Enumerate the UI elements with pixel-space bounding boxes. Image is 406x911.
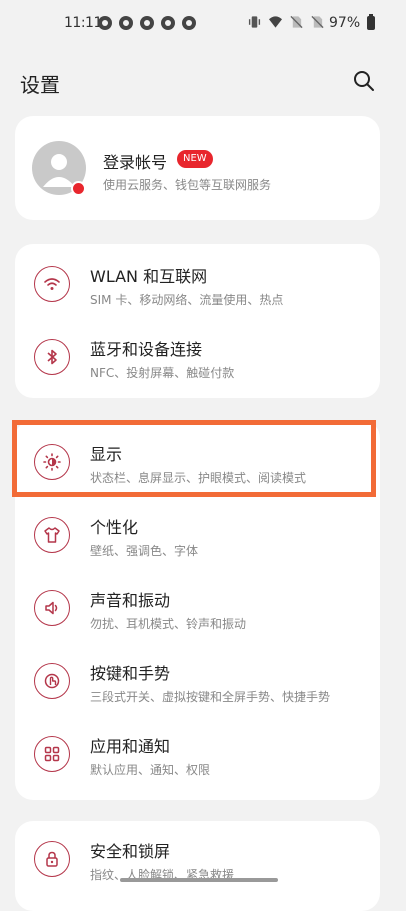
settings-item-bluetooth[interactable]: 蓝牙和设备连接 NFC、投射屏幕、触碰付款 [15,321,380,393]
no-sim-icon [311,15,324,29]
settings-item-personalization[interactable]: 个性化 壁纸、强调色、字体 [15,499,380,571]
item-subtitle: 壁纸、强调色、字体 [90,544,199,558]
settings-group-security: 安全和锁屏 指纹、人脸解锁、紧急救援 [15,821,380,911]
system-icons [248,15,324,29]
bluetooth-icon [34,339,70,375]
battery-level: 97% [329,15,361,31]
new-badge: NEW [177,150,213,168]
item-title: WLAN 和互联网 [90,267,208,286]
chat-icon [182,16,196,30]
item-subtitle: 勿扰、耳机模式、铃声和振动 [90,617,247,631]
speaker-icon [34,590,70,626]
account-subtitle: 使用云服务、钱包等互联网服务 [103,178,272,192]
weather-icon [119,16,133,30]
lock-icon [34,841,70,877]
vibrate-icon [248,16,261,28]
account-card[interactable]: 登录帐号 NEW 使用云服务、钱包等互联网服务 [15,116,380,220]
item-subtitle: 三段式开关、虚拟按键和全屏手势、快捷手势 [90,690,331,704]
settings-item-sound[interactable]: 声音和振动 勿扰、耳机模式、铃声和振动 [15,572,380,644]
notification-dot [71,181,86,196]
item-title: 安全和锁屏 [90,842,171,861]
status-time: 11:11 [64,15,102,31]
item-subtitle: SIM 卡、移动网络、流量使用、热点 [90,293,284,307]
notification-icons [98,16,196,30]
chat-icon [161,16,175,30]
no-sim-icon [290,15,303,29]
item-title: 声音和振动 [90,591,171,610]
settings-item-wlan[interactable]: WLAN 和互联网 SIM 卡、移动网络、流量使用、热点 [15,248,380,320]
battery-icon [367,14,375,30]
home-indicator[interactable] [120,878,278,882]
item-title: 按键和手势 [90,664,171,683]
wifi-icon [269,16,282,28]
chat-icon [140,16,154,30]
settings-item-buttons-gestures[interactable]: 按键和手势 三段式开关、虚拟按键和全屏手势、快捷手势 [15,645,380,717]
tshirt-icon [34,517,70,553]
settings-item-apps-notifications[interactable]: 应用和通知 默认应用、通知、权限 [15,718,380,790]
status-bar: 11:11 97% [0,0,406,46]
item-subtitle: 默认应用、通知、权限 [90,763,211,777]
gesture-icon [34,663,70,699]
weather-icon [98,16,112,30]
page-title: 设置 [20,73,60,97]
apps-icon [34,736,70,772]
wifi-icon [34,266,70,302]
item-title: 个性化 [90,518,139,537]
item-title: 应用和通知 [90,737,171,756]
item-title: 蓝牙和设备连接 [90,340,203,359]
account-title: 登录帐号 [103,153,168,172]
item-subtitle: NFC、投射屏幕、触碰付款 [90,366,235,380]
search-icon[interactable] [353,70,375,92]
settings-item-security-lock[interactable]: 安全和锁屏 指纹、人脸解锁、紧急救援 [15,823,380,895]
settings-group-connectivity: WLAN 和互联网 SIM 卡、移动网络、流量使用、热点 蓝牙和设备连接 NFC… [15,244,380,398]
highlight-box [12,420,376,497]
